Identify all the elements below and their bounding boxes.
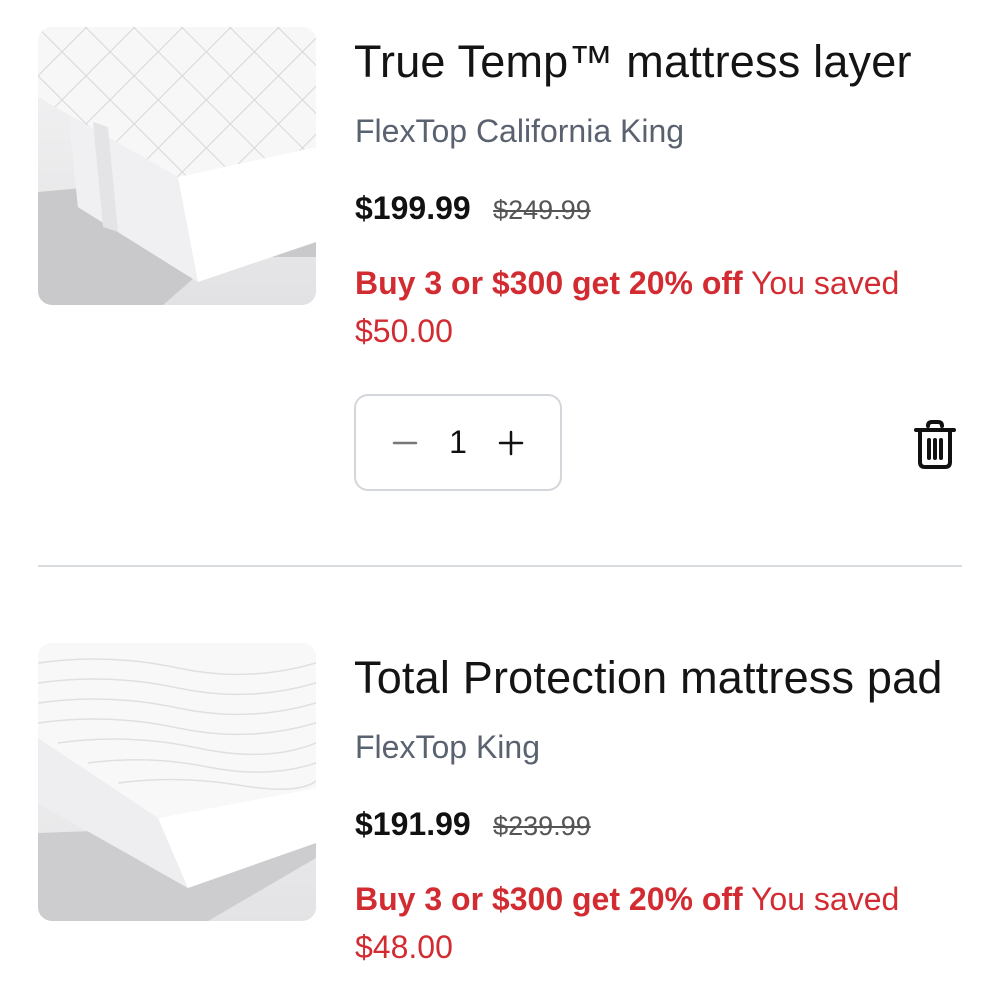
original-price: $239.99 [493, 811, 591, 841]
price-row: $191.99 $239.99 [355, 806, 591, 843]
original-price: $249.99 [493, 195, 591, 225]
product-variant: FlexTop King [355, 729, 540, 765]
saved-amount: $48.00 [355, 929, 453, 965]
product-title[interactable]: Total Protection mattress pad [354, 652, 943, 704]
increment-button[interactable] [494, 426, 528, 460]
quantity-value: 1 [449, 424, 467, 460]
promo-message: Buy 3 or $300 get 20% off You saved $50.… [355, 259, 955, 355]
cart-item: Total Protection mattress pad FlexTop Ki… [0, 600, 1000, 1000]
saved-label: You saved [751, 265, 900, 301]
product-image[interactable] [38, 27, 316, 305]
promo-message: Buy 3 or $300 get 20% off You saved $48.… [355, 875, 955, 971]
sale-price: $191.99 [355, 806, 471, 842]
cart-item: True Temp™ mattress layer FlexTop Califo… [0, 0, 1000, 560]
promo-label: Buy 3 or $300 get 20% off [355, 881, 743, 917]
remove-item-button[interactable] [912, 420, 958, 470]
plus-icon [498, 430, 524, 455]
product-image[interactable] [38, 643, 316, 921]
promo-label: Buy 3 or $300 get 20% off [355, 265, 743, 301]
quilted-mattress-layer-image [38, 27, 316, 305]
product-variant: FlexTop California King [355, 113, 685, 149]
price-row: $199.99 $249.99 [355, 190, 591, 227]
item-divider [38, 565, 962, 567]
minus-icon [392, 441, 418, 444]
product-title[interactable]: True Temp™ mattress layer [354, 36, 912, 88]
sale-price: $199.99 [355, 190, 471, 226]
trash-icon [914, 420, 956, 469]
saved-amount: $50.00 [355, 313, 453, 349]
quantity-stepper: 1 [354, 394, 562, 491]
saved-label: You saved [751, 881, 900, 917]
decrement-button[interactable] [388, 426, 422, 460]
mattress-pad-image [38, 643, 316, 921]
